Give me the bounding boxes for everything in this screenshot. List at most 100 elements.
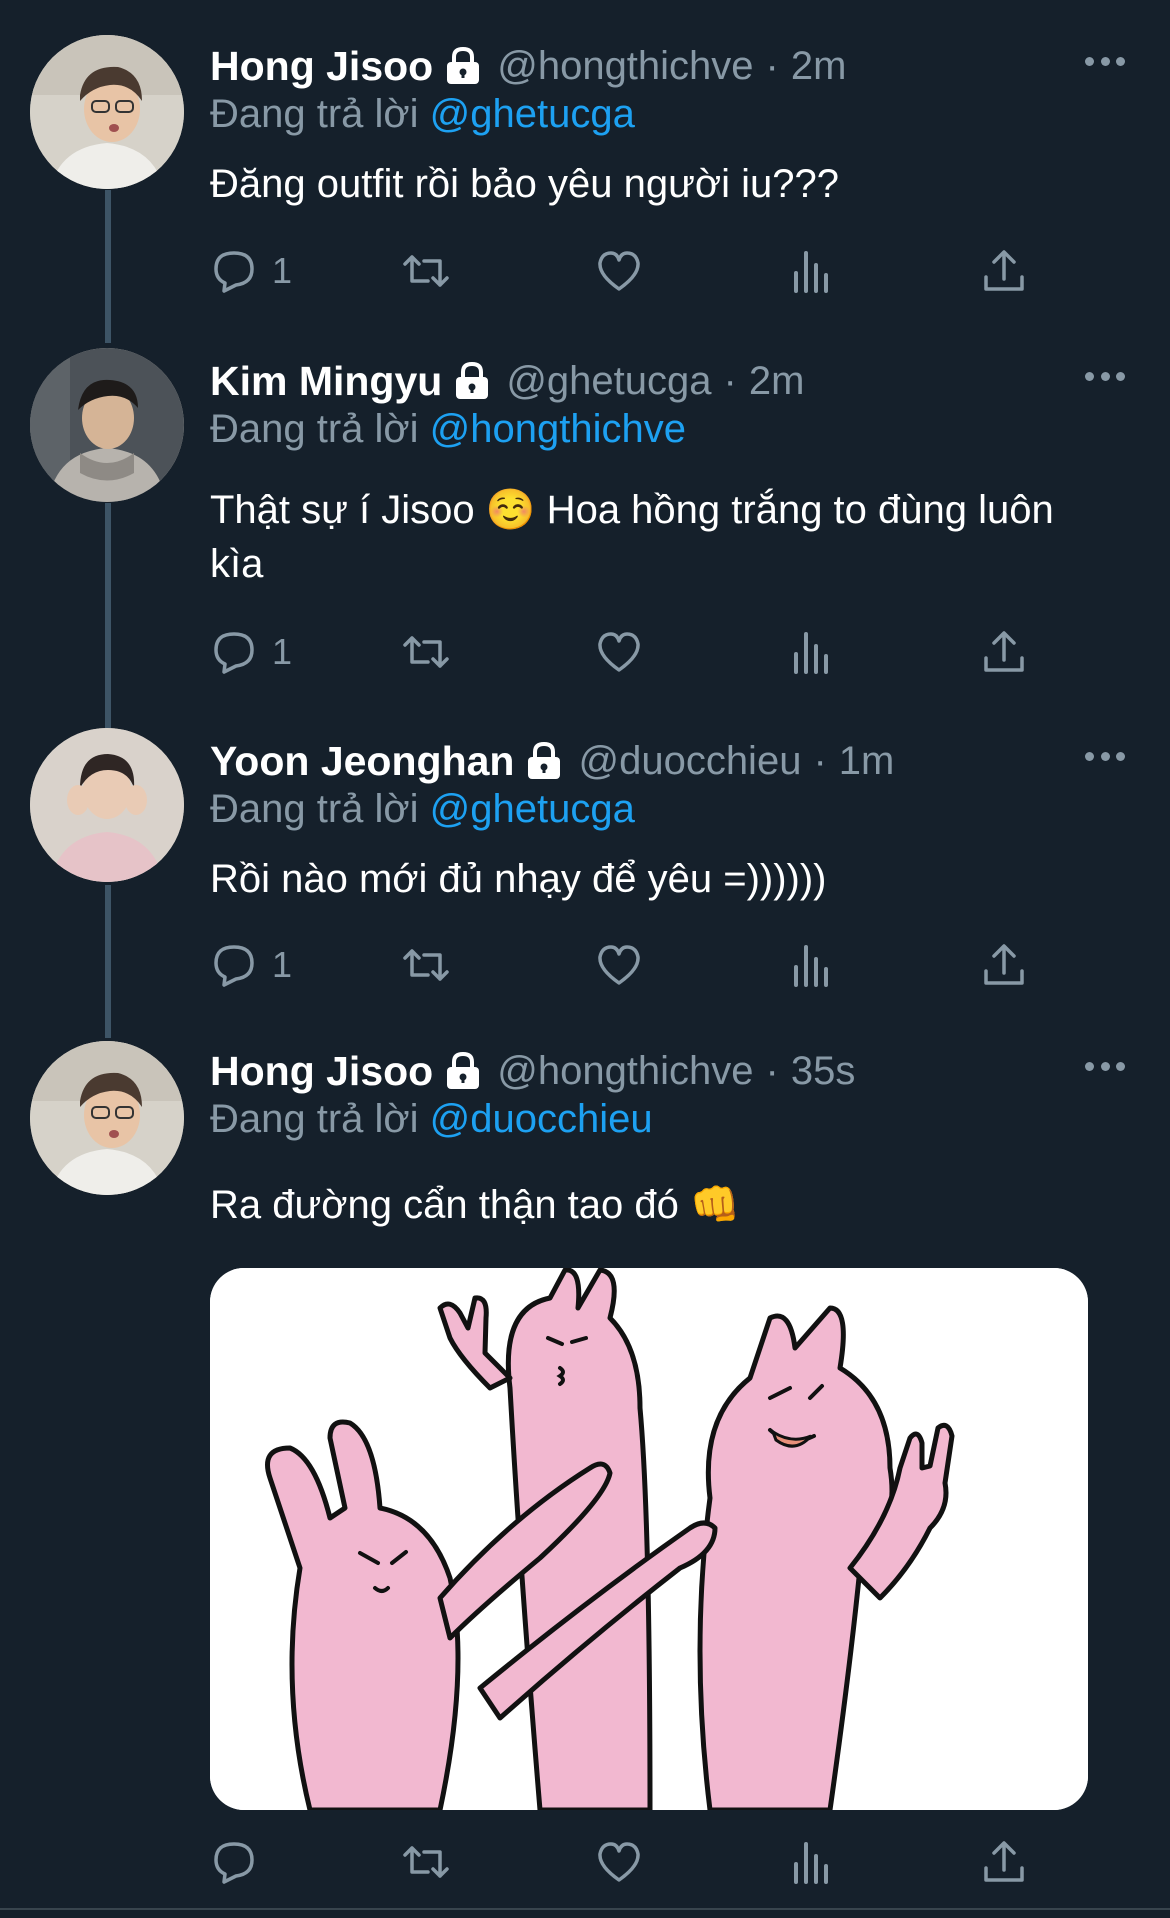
reply-count: 1: [272, 944, 293, 985]
lock-icon: [528, 741, 561, 779]
analytics-icon: [794, 1842, 828, 1884]
reply-context: Đang trả lời @duocchieu: [210, 1097, 653, 1142]
like-button[interactable]: [595, 246, 643, 296]
reply-button[interactable]: [210, 1837, 272, 1887]
retweet-button[interactable]: [402, 1837, 450, 1887]
reply-prefix: Đang trả lời: [210, 92, 430, 136]
separator-dot: ·: [723, 358, 737, 403]
reply-context: Đang trả lời @ghetucga: [210, 92, 635, 137]
reply-context: Đang trả lời @hongthichve: [210, 407, 686, 452]
tweet-actions: 1: [210, 246, 1030, 296]
reply-button[interactable]: 1: [210, 940, 292, 990]
like-button[interactable]: [595, 940, 643, 990]
like-button[interactable]: [595, 1837, 643, 1887]
reply-mention-link[interactable]: @duocchieu: [430, 1097, 653, 1141]
analytics-button[interactable]: [788, 627, 836, 677]
tweet[interactable]: Kim Mingyu @ghetucga · 2m Đang trả lời @…: [0, 330, 1170, 710]
avatar[interactable]: [30, 35, 184, 189]
retweet-button[interactable]: [402, 940, 450, 990]
lock-icon: [447, 46, 480, 84]
display-name[interactable]: Hong Jisoo: [210, 1048, 433, 1095]
reply-button[interactable]: 1: [210, 627, 292, 677]
avatar-image: [30, 35, 184, 189]
reply-mention-link[interactable]: @ghetucga: [430, 787, 635, 831]
share-icon: [984, 944, 1024, 985]
handle: @ghetucga: [506, 358, 712, 403]
heart-icon: [598, 251, 640, 291]
reply-icon: [214, 251, 254, 293]
reply-count: 1: [272, 250, 293, 291]
tweet[interactable]: Hong Jisoo @hongthichve · 2m Đang trả lờ…: [0, 0, 1170, 330]
reply-mention-link[interactable]: @hongthichve: [430, 407, 686, 451]
reply-icon: [214, 632, 254, 674]
tweet-text: Thật sự í Jisoo ☺️ Hoa hồng trắng to đùn…: [210, 488, 1054, 586]
reply-count: 1: [272, 631, 293, 672]
lock-icon: [456, 361, 489, 399]
display-name[interactable]: Hong Jisoo: [210, 43, 433, 90]
tweet-media-image[interactable]: [210, 1268, 1088, 1810]
avatar[interactable]: [30, 348, 184, 502]
analytics-icon: [794, 251, 828, 293]
analytics-button[interactable]: [788, 940, 836, 990]
tweet-header: Hong Jisoo @hongthichve · 2m: [210, 40, 1170, 92]
share-button[interactable]: [980, 627, 1028, 677]
tweet-header: Yoon Jeonghan @duocchieu · 1m: [210, 735, 1170, 787]
analytics-icon: [794, 945, 828, 987]
tweet[interactable]: Yoon Jeonghan @duocchieu · 1m Đang trả l…: [0, 710, 1170, 1040]
retweet-icon: [403, 1846, 449, 1878]
share-icon: [984, 631, 1024, 672]
timestamp[interactable]: 35s: [791, 1049, 856, 1094]
share-icon: [984, 1841, 1024, 1882]
share-button[interactable]: [980, 246, 1028, 296]
lock-icon: [447, 1051, 480, 1089]
tweet-header: Hong Jisoo @hongthichve · 35s: [210, 1045, 1170, 1097]
reply-icon: [214, 1842, 254, 1884]
tweet-text: Đăng outfit rồi bảo yêu người iu???: [210, 162, 839, 206]
reply-prefix: Đang trả lời: [210, 787, 430, 831]
analytics-button[interactable]: [788, 1837, 836, 1887]
handle: @hongthichve: [497, 43, 754, 88]
tweet-actions: 1: [210, 940, 1030, 990]
reply-context: Đang trả lời @ghetucga: [210, 787, 635, 832]
avatar-image: [30, 1041, 184, 1195]
retweet-icon: [403, 255, 449, 287]
like-button[interactable]: [595, 627, 643, 677]
more-icon[interactable]: [1085, 57, 1125, 69]
share-icon: [984, 250, 1024, 291]
display-name[interactable]: Kim Mingyu: [210, 358, 442, 405]
retweet-icon: [403, 636, 449, 668]
retweet-icon: [403, 949, 449, 981]
share-button[interactable]: [980, 1837, 1028, 1887]
more-icon[interactable]: [1085, 1062, 1125, 1074]
retweet-button[interactable]: [402, 246, 450, 296]
reply-mention-link[interactable]: @ghetucga: [430, 92, 635, 136]
display-name[interactable]: Yoon Jeonghan: [210, 738, 514, 785]
separator-dot: ·: [813, 738, 827, 783]
analytics-button[interactable]: [788, 246, 836, 296]
tweet-text: Rồi nào mới đủ nhạy để yêu =)))))): [210, 857, 827, 901]
more-icon[interactable]: [1085, 372, 1125, 384]
reply-prefix: Đang trả lời: [210, 1097, 430, 1141]
divider: [0, 1908, 1170, 1910]
tweet-text: Ra đường cẩn thận tao đó 👊: [210, 1183, 740, 1227]
reply-button[interactable]: 1: [210, 246, 292, 296]
share-button[interactable]: [980, 940, 1028, 990]
heart-icon: [598, 1842, 640, 1882]
timestamp[interactable]: 2m: [791, 44, 847, 89]
retweet-button[interactable]: [402, 627, 450, 677]
heart-icon: [598, 945, 640, 985]
tweet-actions: 1: [210, 627, 1030, 677]
pink-rabbits-sticker: [210, 1268, 1088, 1810]
avatar[interactable]: [30, 1041, 184, 1195]
timestamp[interactable]: 1m: [839, 739, 895, 784]
handle: @duocchieu: [578, 738, 802, 783]
separator-dot: ·: [765, 43, 779, 88]
heart-icon: [598, 632, 640, 672]
avatar[interactable]: [30, 728, 184, 882]
timestamp[interactable]: 2m: [749, 359, 805, 404]
tweet-actions: [210, 1837, 1030, 1887]
avatar-image: [30, 348, 184, 502]
more-icon[interactable]: [1085, 752, 1125, 764]
handle: @hongthichve: [497, 1048, 754, 1093]
reply-prefix: Đang trả lời: [210, 407, 430, 451]
